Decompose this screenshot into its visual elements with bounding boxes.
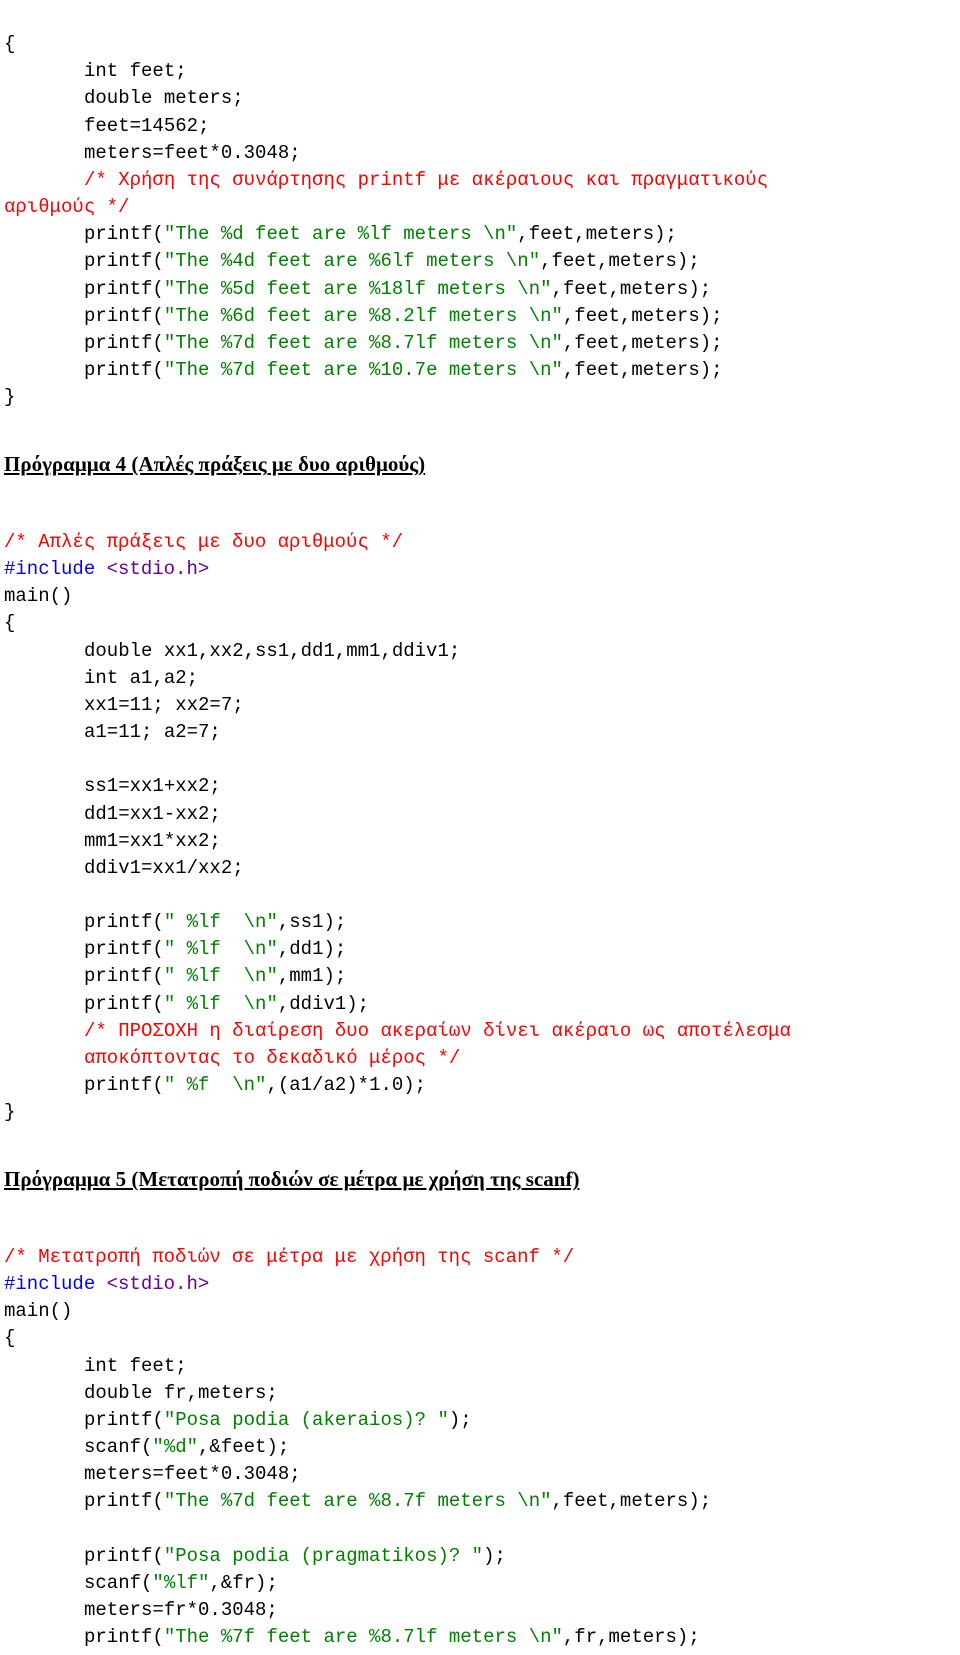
str: " %lf \n"	[164, 993, 278, 1015]
comment: /* ΠΡΟΣΟΧΗ η διαίρεση δυο ακεραίων δίνει…	[84, 1020, 791, 1042]
comment: /* Απλές πράξεις με δυο αριθμούς */	[4, 531, 403, 553]
fn: printf(	[84, 332, 164, 354]
code-block-2: /* Απλές πράξεις με δυο αριθμούς */ #inc…	[4, 502, 956, 1127]
fn: printf(	[84, 278, 164, 300]
args: ,mm1);	[278, 965, 346, 987]
stmt: mm1=xx1*xx2;	[84, 830, 221, 852]
fn: printf(	[84, 1074, 164, 1096]
str: " %lf \n"	[164, 938, 278, 960]
fn: printf(	[84, 359, 164, 381]
args: ,dd1);	[278, 938, 346, 960]
str: "%lf"	[152, 1572, 209, 1594]
code-block-3: /* Μετατροπή ποδιών σε μέτρα με χρήση τη…	[4, 1217, 956, 1652]
str: "Posa podia (pragmatikos)? "	[164, 1545, 483, 1567]
brace-open: {	[4, 612, 15, 634]
body: double xx1,xx2,ss1,dd1,mm1,ddiv1; int a1…	[4, 638, 956, 1100]
stmt: double xx1,xx2,ss1,dd1,mm1,ddiv1;	[84, 640, 460, 662]
args: ,feet,meters);	[563, 359, 723, 381]
comment: /* Μετατροπή ποδιών σε μέτρα με χρήση τη…	[4, 1246, 574, 1268]
args: ,&feet);	[198, 1436, 289, 1458]
heading-program-5: Πρόγραμμα 5 (Μετατροπή ποδιών σε μέτρα μ…	[4, 1164, 956, 1194]
fn: printf(	[84, 938, 164, 960]
args: ,feet,meters);	[552, 278, 712, 300]
fn: printf(	[84, 1545, 164, 1567]
comment: αποκόπτοντας το δεκαδικό μέρος */	[84, 1047, 460, 1069]
brace-close: }	[4, 1101, 15, 1123]
stmt: int feet;	[84, 60, 187, 82]
include-path: <stdio.h>	[107, 558, 210, 580]
comment: /* Χρήση της συνάρτησης printf με ακέραι…	[84, 169, 768, 191]
comment: αριθμούς */	[4, 196, 129, 218]
fn: scanf(	[84, 1572, 152, 1594]
stmt: a1=11; a2=7;	[84, 721, 221, 743]
heading-program-4: Πρόγραμμα 4 (Απλές πράξεις με δυο αριθμο…	[4, 449, 956, 479]
str: "The %6d feet are %8.2lf meters \n"	[164, 305, 563, 327]
stmt: int a1,a2;	[84, 667, 198, 689]
brace-open: {	[4, 1327, 15, 1349]
stmt: int feet;	[84, 1355, 187, 1377]
body: int feet; double fr,meters; printf("Posa…	[4, 1353, 956, 1652]
brace-close: }	[4, 386, 15, 408]
args: ,&fr);	[209, 1572, 277, 1594]
args: ,feet,meters);	[552, 1490, 712, 1512]
str: " %lf \n"	[164, 965, 278, 987]
include: #include	[4, 1273, 107, 1295]
stmt: ss1=xx1+xx2;	[84, 775, 221, 797]
fn: printf(	[84, 965, 164, 987]
args: ,(a1/a2)*1.0);	[266, 1074, 426, 1096]
str: "The %7d feet are %8.7lf meters \n"	[164, 332, 563, 354]
stmt: meters=feet*0.3048;	[84, 142, 301, 164]
fn: printf(	[84, 1409, 164, 1431]
stmt: xx1=11; xx2=7;	[84, 694, 244, 716]
str: "%d"	[152, 1436, 198, 1458]
args: );	[483, 1545, 506, 1567]
str: " %f \n"	[164, 1074, 267, 1096]
stmt: meters=feet*0.3048;	[84, 1463, 301, 1485]
args: ,ss1);	[278, 911, 346, 933]
fn: printf(	[84, 1490, 164, 1512]
stmt: feet=14562;	[84, 115, 209, 137]
args: ,ddiv1);	[278, 993, 369, 1015]
include: #include	[4, 558, 107, 580]
stmt: dd1=xx1-xx2;	[84, 803, 221, 825]
str: " %lf \n"	[164, 911, 278, 933]
code-block-1: { int feet; double meters; feet=14562; m…	[4, 4, 956, 411]
stmt: double fr,meters;	[84, 1382, 278, 1404]
fn: printf(	[84, 223, 164, 245]
args: );	[449, 1409, 472, 1431]
fn: scanf(	[84, 1436, 152, 1458]
args: ,feet,meters);	[563, 305, 723, 327]
args: ,feet,meters);	[540, 250, 700, 272]
str: "The %4d feet are %6lf meters \n"	[164, 250, 540, 272]
body-1: int feet; double meters; feet=14562; met…	[4, 58, 956, 194]
str: "Posa podia (akeraios)? "	[164, 1409, 449, 1431]
args: ,fr,meters);	[563, 1626, 700, 1648]
include-path: <stdio.h>	[107, 1273, 210, 1295]
fn: printf(	[84, 305, 164, 327]
args: ,feet,meters);	[517, 223, 677, 245]
body-2: printf("The %d feet are %lf meters \n",f…	[4, 221, 956, 384]
fn: printf(	[84, 993, 164, 1015]
main: main()	[4, 585, 72, 607]
main: main()	[4, 1300, 72, 1322]
str: "The %d feet are %lf meters \n"	[164, 223, 517, 245]
fn: printf(	[84, 1626, 164, 1648]
stmt: ddiv1=xx1/xx2;	[84, 857, 244, 879]
str: "The %7f feet are %8.7lf meters \n"	[164, 1626, 563, 1648]
str: "The %7d feet are %8.7f meters \n"	[164, 1490, 552, 1512]
stmt: double meters;	[84, 87, 244, 109]
fn: printf(	[84, 250, 164, 272]
stmt: meters=fr*0.3048;	[84, 1599, 278, 1621]
args: ,feet,meters);	[563, 332, 723, 354]
brace-open: {	[4, 33, 15, 55]
str: "The %7d feet are %10.7e meters \n"	[164, 359, 563, 381]
fn: printf(	[84, 911, 164, 933]
str: "The %5d feet are %18lf meters \n"	[164, 278, 552, 300]
